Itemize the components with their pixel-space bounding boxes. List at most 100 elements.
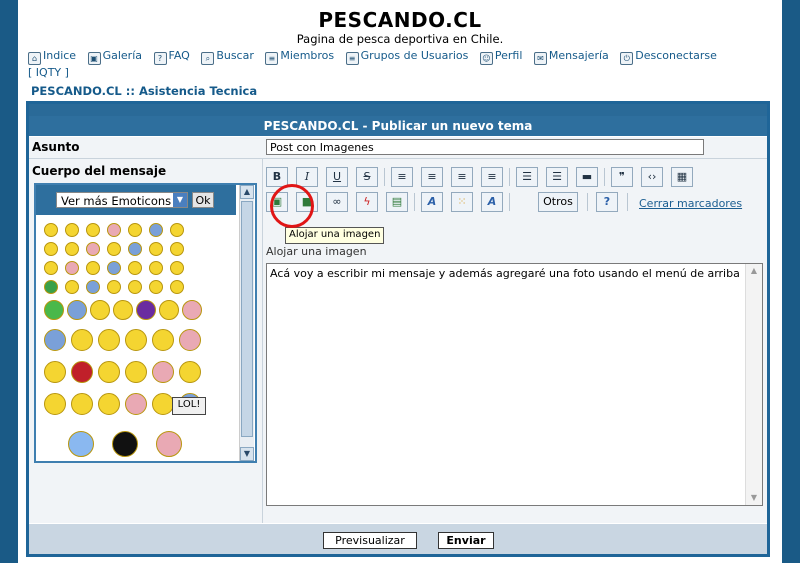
emoticon-icon[interactable] (68, 431, 94, 457)
emoticon-icon[interactable] (112, 431, 138, 457)
breadcrumb[interactable]: PESCANDO.CL :: Asistencia Tecnica (31, 84, 257, 98)
emoticon-icon[interactable] (44, 393, 66, 415)
emoticons-ok-button[interactable]: Ok (192, 192, 214, 208)
emoticon-icon[interactable] (149, 223, 163, 237)
emoticon-icon[interactable] (71, 361, 93, 383)
emoticon-icon[interactable] (71, 329, 93, 351)
nav-miembros[interactable]: ≡ Miembros (265, 49, 334, 65)
emoticon-icon[interactable] (152, 393, 174, 415)
emoticon-icon[interactable] (179, 361, 201, 383)
emoticon-icon[interactable] (98, 393, 120, 415)
emoticons-select[interactable]: Ver más Emoticons ▼ (56, 192, 188, 208)
emoticon-icon[interactable] (125, 329, 147, 351)
emoticon-icon[interactable] (128, 280, 142, 294)
send-button[interactable]: Enviar (438, 532, 494, 549)
emoticon-icon[interactable] (128, 242, 142, 256)
emoticon-icon[interactable] (170, 223, 184, 237)
font-face-button[interactable]: A (481, 192, 503, 212)
emoticons-scrollbar[interactable]: ▲ ▼ (239, 185, 254, 461)
emoticon-icon[interactable] (44, 300, 64, 320)
table-button[interactable]: ▦ (671, 167, 693, 187)
italic-button[interactable]: I (296, 167, 318, 187)
emoticon-icon[interactable] (86, 280, 100, 294)
emoticon-icon[interactable] (152, 361, 174, 383)
otros-button[interactable]: Otros (538, 192, 578, 212)
color-button[interactable]: ⁙ (451, 192, 473, 212)
video-button[interactable]: ▤ (386, 192, 408, 212)
emoticon-icon[interactable] (113, 300, 133, 320)
underline-button[interactable]: U (326, 167, 348, 187)
numbered-list-button[interactable]: ☰ (546, 167, 568, 187)
emoticon-icon[interactable] (44, 223, 58, 237)
textarea-scrollbar[interactable]: ▲ ▼ (745, 264, 762, 505)
hr-button[interactable]: ▬ (576, 167, 598, 187)
align-left-button[interactable]: ≡ (391, 167, 413, 187)
emoticon-icon[interactable] (149, 261, 163, 275)
nav-mensajeria[interactable]: ✉ Mensajería (533, 49, 609, 65)
emoticon-icon[interactable] (65, 261, 79, 275)
flash-button[interactable]: ϟ (356, 192, 378, 212)
emoticon-icon[interactable] (67, 300, 87, 320)
link-button[interactable]: ∞ (326, 192, 348, 212)
nav-buscar[interactable]: ⌕ Buscar (201, 49, 254, 65)
nav-grupos[interactable]: ≡ Grupos de Usuarios (345, 49, 468, 65)
emoticon-icon[interactable] (179, 329, 201, 351)
emoticon-icon[interactable] (125, 393, 147, 415)
emoticon-icon[interactable] (170, 242, 184, 256)
emoticon-icon[interactable] (98, 329, 120, 351)
emoticon-icon[interactable] (107, 242, 121, 256)
emoticon-icon[interactable] (128, 261, 142, 275)
nav-perfil[interactable]: ☺ Perfil (479, 49, 522, 65)
nav-faq[interactable]: ? FAQ (153, 49, 190, 65)
message-textarea[interactable]: Acá voy a escribir mi mensaje y además a… (266, 263, 763, 506)
help-button[interactable]: ? (596, 192, 618, 212)
emoticon-icon[interactable] (86, 223, 100, 237)
scroll-down-icon[interactable]: ▼ (747, 491, 761, 505)
subject-input[interactable]: Post con Imagenes (266, 139, 704, 155)
emoticon-icon[interactable] (65, 242, 79, 256)
emoticon-icon[interactable] (90, 300, 110, 320)
emoticon-icon[interactable] (107, 261, 121, 275)
emoticon-icon[interactable] (98, 361, 120, 383)
scroll-down-icon[interactable]: ▼ (240, 447, 254, 461)
emoticon-icon[interactable] (152, 329, 174, 351)
emoticon-icon[interactable] (65, 223, 79, 237)
emoticon-icon[interactable] (44, 280, 58, 294)
emoticon-icon[interactable] (44, 329, 66, 351)
scroll-thumb[interactable] (241, 201, 253, 437)
emoticon-icon[interactable] (71, 393, 93, 415)
emoticon-icon[interactable] (107, 223, 121, 237)
font-size-button[interactable]: A (421, 192, 443, 212)
emoticon-icon[interactable] (156, 431, 182, 457)
emoticon-icon[interactable] (44, 242, 58, 256)
nav-indice[interactable]: ⌂ Indice (28, 49, 76, 65)
scroll-up-icon[interactable]: ▲ (747, 264, 761, 278)
nav-user-link[interactable]: [ IQTY ] (28, 66, 69, 79)
emoticon-icon[interactable] (149, 242, 163, 256)
emoticon-icon[interactable] (128, 223, 142, 237)
bullet-list-button[interactable]: ☰ (516, 167, 538, 187)
emoticon-icon[interactable] (44, 261, 58, 275)
emoticon-icon[interactable] (86, 242, 100, 256)
emoticon-icon[interactable] (65, 280, 79, 294)
align-center-button[interactable]: ≡ (421, 167, 443, 187)
strike-button[interactable]: S (356, 167, 378, 187)
emoticon-icon[interactable] (149, 280, 163, 294)
emoticon-icon[interactable] (159, 300, 179, 320)
nav-galeria[interactable]: ▣ Galería (87, 49, 142, 65)
emoticon-icon[interactable] (170, 280, 184, 294)
emoticon-icon[interactable] (182, 300, 202, 320)
scroll-up-icon[interactable]: ▲ (240, 185, 254, 199)
justify-button[interactable]: ≡ (481, 167, 503, 187)
preview-button[interactable]: Previsualizar (323, 532, 417, 549)
emoticon-icon[interactable] (86, 261, 100, 275)
close-tags-link[interactable]: Cerrar marcadores (639, 197, 742, 210)
nav-desconectarse[interactable]: ⏻ Desconectarse (620, 49, 717, 65)
code-button[interactable]: ‹› (641, 167, 663, 187)
quote-button[interactable]: ❞ (611, 167, 633, 187)
emoticon-icon[interactable] (136, 300, 156, 320)
emoticon-icon[interactable] (107, 280, 121, 294)
emoticon-icon[interactable] (125, 361, 147, 383)
emoticon-icon[interactable] (170, 261, 184, 275)
emoticon-icon[interactable] (44, 361, 66, 383)
